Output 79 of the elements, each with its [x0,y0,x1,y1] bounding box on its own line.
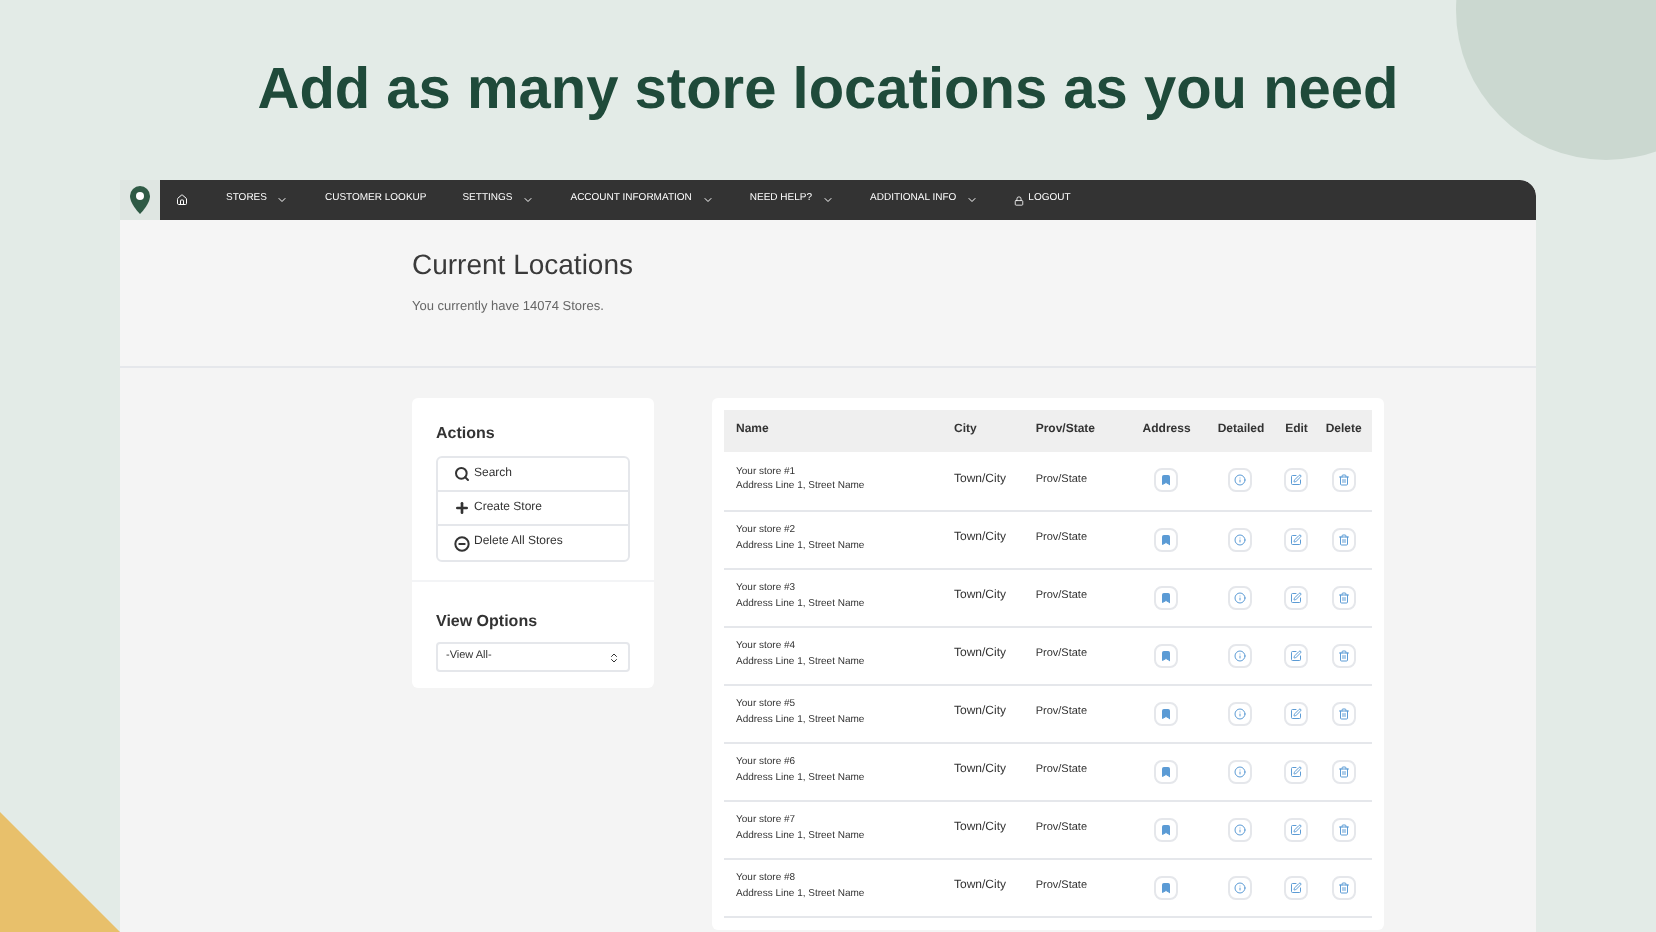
edit-icon [1290,591,1303,603]
plus-icon [454,500,470,516]
chevron-down-icon [522,194,535,206]
address-button[interactable] [1154,875,1179,899]
address-button[interactable] [1154,527,1179,551]
bookmark-icon [1160,533,1173,545]
info-icon [1234,474,1247,487]
bookmark-icon [1160,823,1173,835]
edit-icon [1290,881,1303,893]
info-icon [1234,533,1247,545]
chevron-down-icon [822,194,835,206]
detailed-button[interactable] [1228,759,1253,783]
lock-icon [1014,195,1025,205]
delete-button[interactable] [1331,701,1356,725]
trash-icon [1337,649,1350,661]
home-link[interactable] [176,194,188,206]
page-title: Current Locations [412,246,636,284]
trash-icon [1337,533,1350,545]
detailed-button[interactable] [1228,468,1253,493]
info-icon [1234,591,1247,603]
bookmark-icon [1160,881,1173,893]
chevron-down-icon [701,194,714,206]
detailed-button[interactable] [1228,527,1253,551]
trash-icon [1337,474,1350,487]
detailed-button[interactable] [1228,875,1253,899]
edit-button[interactable] [1284,585,1309,609]
delete-button[interactable] [1331,527,1356,551]
edit-button[interactable] [1284,817,1309,841]
address-button[interactable] [1154,643,1179,667]
trash-icon [1337,765,1350,777]
edit-button[interactable] [1284,527,1309,551]
trash-icon [1337,823,1350,835]
address-button[interactable] [1154,585,1179,609]
detailed-button[interactable] [1228,701,1253,725]
headline: Add as many store locations as you need [257,56,1399,126]
edit-icon [1290,707,1303,719]
bookmark-icon [1160,591,1173,603]
edit-icon [1290,533,1303,545]
detailed-button[interactable] [1228,585,1253,609]
info-icon [1234,881,1247,893]
detailed-button[interactable] [1228,817,1253,841]
bookmark-icon [1160,474,1173,487]
chevron-down-icon [966,194,979,206]
bookmark-icon [1160,707,1173,719]
view-options-heading: View Options [436,610,540,634]
address-button[interactable] [1154,468,1179,493]
delete-button[interactable] [1331,468,1356,493]
delete-button[interactable] [1331,817,1356,841]
edit-button[interactable] [1284,759,1309,783]
edit-icon [1290,765,1303,777]
bookmark-icon [1160,765,1173,777]
info-icon [1234,707,1247,719]
address-button[interactable] [1154,817,1179,841]
edit-button[interactable] [1284,701,1309,725]
address-button[interactable] [1154,759,1179,783]
trash-icon [1337,591,1350,603]
edit-button[interactable] [1284,468,1309,493]
edit-icon [1290,823,1303,835]
bookmark-icon [1160,649,1173,661]
edit-button[interactable] [1284,875,1309,899]
minus-circle-icon [454,535,470,551]
info-icon [1234,823,1247,835]
delete-button[interactable] [1331,875,1356,899]
search-icon [454,466,470,482]
chevron-down-icon [276,194,289,206]
trash-icon [1337,707,1350,719]
actions-heading: Actions [436,422,497,446]
address-button[interactable] [1154,701,1179,725]
home-icon [176,194,188,206]
detailed-button[interactable] [1228,643,1253,667]
info-icon [1234,765,1247,777]
info-icon [1234,649,1247,661]
trash-icon [1337,881,1350,893]
edit-button[interactable] [1284,643,1309,667]
edit-icon [1290,649,1303,661]
delete-button[interactable] [1331,759,1356,783]
edit-icon [1290,474,1303,487]
delete-button[interactable] [1331,585,1356,609]
delete-button[interactable] [1331,643,1356,667]
